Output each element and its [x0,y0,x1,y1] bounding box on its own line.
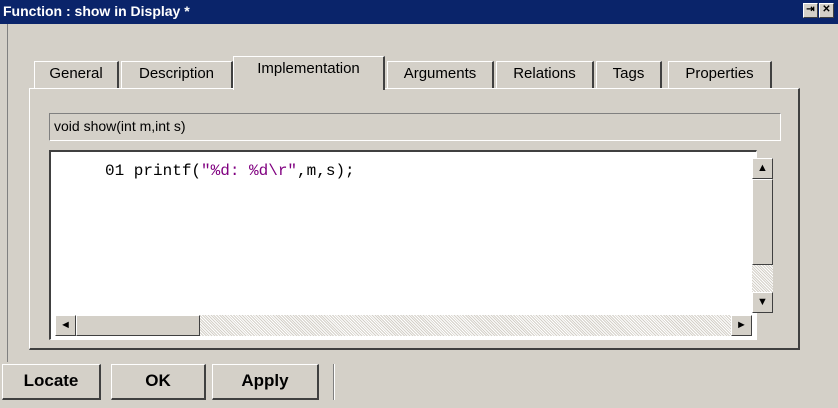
line-number: 01 [105,162,125,180]
vertical-scroll-thumb[interactable] [752,179,773,265]
code-suffix: ,m,s); [297,162,355,180]
scroll-right-icon[interactable]: ► [731,315,752,336]
code-editor[interactable]: 01 printf("%d: %d\r",m,s); [49,150,757,340]
horizontal-scroll-thumb[interactable] [76,315,200,336]
tab-description[interactable]: Description [121,61,233,88]
tab-properties[interactable]: Properties [668,61,772,88]
window-title: Function : show in Display * [3,3,190,19]
scroll-left-icon[interactable]: ◄ [55,315,76,336]
code-line: 01 printf("%d: %d\r",m,s); [105,162,355,180]
tab-implementation[interactable]: Implementation [233,56,385,90]
scroll-down-icon[interactable]: ▼ [752,292,773,313]
button-bar: Locate OK Apply [0,362,838,408]
horizontal-scrollbar[interactable]: ◄ ► [55,315,752,336]
locate-button[interactable]: Locate [2,364,101,400]
tab-arguments[interactable]: Arguments [387,61,494,88]
title-bar[interactable]: Function : show in Display * ⇥ ✕ [0,0,838,24]
code-string-literal: "%d: %d\r" [201,162,298,180]
scroll-up-icon[interactable]: ▲ [752,158,773,179]
tab-relations[interactable]: Relations [496,61,594,88]
pin-icon[interactable]: ⇥ [803,3,818,18]
button-separator [333,364,335,400]
vertical-scroll-track[interactable] [752,265,773,292]
tab-tags[interactable]: Tags [596,61,662,88]
code-prefix: printf( [124,162,202,180]
tab-general[interactable]: General [34,61,119,88]
ok-button[interactable]: OK [111,364,206,400]
function-dialog: Function : show in Display * ⇥ ✕ General… [0,0,838,408]
vertical-scrollbar[interactable]: ▲ ▼ [752,158,773,313]
function-signature: void show(int m,int s) [49,113,781,141]
apply-button[interactable]: Apply [212,364,319,400]
horizontal-scroll-track[interactable] [200,315,731,336]
close-icon[interactable]: ✕ [819,3,834,18]
